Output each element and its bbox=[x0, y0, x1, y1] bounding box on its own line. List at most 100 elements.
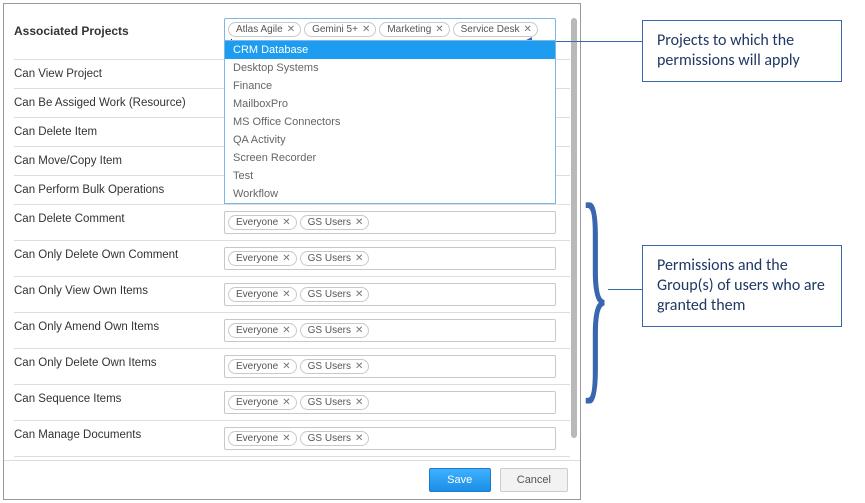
group-tag[interactable]: Everyone ✕ bbox=[228, 251, 297, 266]
tag-label: GS Users bbox=[308, 397, 351, 408]
remove-tag-icon[interactable]: ✕ bbox=[282, 253, 290, 264]
brace-icon: } bbox=[580, 169, 610, 412]
scrollbar[interactable] bbox=[571, 18, 577, 438]
group-tag[interactable]: GS Users✕ bbox=[300, 287, 370, 302]
remove-tag-icon[interactable]: ✕ bbox=[355, 397, 363, 408]
tag-label: GS Users bbox=[308, 217, 351, 228]
tag-label: Marketing bbox=[387, 24, 431, 35]
remove-tag-icon[interactable]: ✕ bbox=[282, 217, 290, 228]
group-tag[interactable]: GS Users ✕ bbox=[300, 215, 370, 230]
tag-label: Everyone bbox=[236, 433, 278, 444]
dropdown-item[interactable]: Screen Recorder bbox=[225, 149, 555, 167]
tag-label: GS Users bbox=[308, 433, 351, 444]
permission-groups-input[interactable]: Everyone ✕ GS Users ✕ bbox=[224, 247, 556, 270]
dropdown-item[interactable]: MS Office Connectors bbox=[225, 113, 555, 131]
associated-projects-label: Associated Projects bbox=[14, 12, 224, 47]
tag-label: Service Desk bbox=[461, 24, 520, 35]
project-tag[interactable]: Service Desk ✕ bbox=[453, 22, 538, 37]
tag-label: Everyone bbox=[236, 253, 278, 264]
associated-projects-cell: Atlas Agile✕Gemini 5+✕Marketing✕Service … bbox=[224, 12, 570, 59]
dropdown-item[interactable]: Desktop Systems bbox=[225, 59, 555, 77]
remove-tag-icon[interactable]: ✕ bbox=[282, 361, 290, 372]
tag-label: Everyone bbox=[236, 397, 278, 408]
permission-groups-input[interactable]: Everyone✕GS Users✕ bbox=[224, 283, 556, 306]
remove-tag-icon[interactable]: ✕ bbox=[355, 361, 363, 372]
tag-label: GS Users bbox=[308, 361, 351, 372]
group-tag[interactable]: GS Users ✕ bbox=[300, 359, 370, 374]
group-tag[interactable]: GS Users ✕ bbox=[300, 251, 370, 266]
permission-groups-input[interactable]: Everyone ✕ GS Users ✕ bbox=[224, 211, 556, 234]
permission-groups-input[interactable]: Everyone✕GS Users✕ bbox=[224, 319, 556, 342]
permission-label: Can Perform Bulk Operations bbox=[14, 176, 224, 204]
permission-label: Can Delete Comment bbox=[14, 205, 224, 233]
remove-tag-icon[interactable]: ✕ bbox=[355, 289, 363, 300]
permission-row: Can Only View Own ItemsEveryone✕GS Users… bbox=[14, 277, 570, 313]
permissions-panel: Associated Projects Atlas Agile✕Gemini 5… bbox=[3, 3, 581, 500]
permission-row: Can Only Amend Own ItemsEveryone✕GS User… bbox=[14, 313, 570, 349]
permission-groups-cell: Everyone ✕ GS Users ✕ bbox=[224, 385, 570, 420]
remove-tag-icon[interactable]: ✕ bbox=[355, 253, 363, 264]
permission-label: Can Only Delete Own Comment bbox=[14, 241, 224, 269]
group-tag[interactable]: GS Users✕ bbox=[300, 323, 370, 338]
remove-tag-icon[interactable]: ✕ bbox=[355, 433, 363, 444]
permission-groups-input[interactable]: Everyone ✕ GS Users ✕ bbox=[224, 427, 556, 450]
permission-label: Can Only View Own Items bbox=[14, 277, 224, 305]
group-tag[interactable]: Everyone ✕ bbox=[228, 395, 297, 410]
dropdown-item[interactable]: Finance bbox=[225, 77, 555, 95]
callout-projects-text: Projects to which the permissions will a… bbox=[657, 31, 800, 70]
remove-tag-icon[interactable]: ✕ bbox=[355, 325, 363, 336]
permission-groups-cell: Everyone ✕ GS Users ✕ bbox=[224, 421, 570, 456]
permission-label: Can Sequence Items bbox=[14, 385, 224, 413]
tag-label: GS Users bbox=[308, 253, 351, 264]
remove-tag-icon[interactable]: ✕ bbox=[355, 217, 363, 228]
group-tag[interactable]: Everyone ✕ bbox=[228, 359, 297, 374]
save-button[interactable]: Save bbox=[429, 468, 491, 492]
permission-groups-cell: Everyone ✕ GS Users ✕ bbox=[224, 205, 570, 240]
dropdown-item[interactable]: QA Activity bbox=[225, 131, 555, 149]
group-tag[interactable]: Everyone ✕ bbox=[228, 215, 297, 230]
permission-groups-input[interactable]: Everyone ✕ GS Users ✕ bbox=[224, 355, 556, 378]
cancel-button[interactable]: Cancel bbox=[500, 468, 568, 492]
permission-row: Can Delete Comment Everyone ✕ GS Users ✕ bbox=[14, 205, 570, 241]
remove-tag-icon[interactable]: ✕ bbox=[435, 24, 443, 35]
group-tag[interactable]: GS Users ✕ bbox=[300, 395, 370, 410]
remove-tag-icon[interactable]: ✕ bbox=[524, 24, 532, 35]
project-dropdown[interactable]: CRM DatabaseDesktop SystemsFinanceMailbo… bbox=[224, 40, 556, 204]
remove-tag-icon[interactable]: ✕ bbox=[282, 433, 290, 444]
dropdown-item[interactable]: CRM Database bbox=[225, 41, 555, 59]
remove-tag-icon[interactable]: ✕ bbox=[282, 397, 290, 408]
remove-tag-icon[interactable]: ✕ bbox=[282, 289, 290, 300]
remove-tag-icon[interactable]: ✕ bbox=[287, 24, 295, 35]
permission-groups-cell: Everyone✕GS Users✕ bbox=[224, 457, 570, 460]
tag-label: Atlas Agile bbox=[236, 24, 283, 35]
project-tag[interactable]: Atlas Agile ✕ bbox=[228, 22, 301, 37]
group-tag[interactable]: Everyone ✕ bbox=[228, 287, 297, 302]
permission-groups-input[interactable]: Everyone ✕ GS Users ✕ bbox=[224, 391, 556, 414]
callout-projects: Projects to which the permissions will a… bbox=[642, 20, 842, 82]
group-tag[interactable]: Everyone ✕ bbox=[228, 431, 297, 446]
permission-row: Can Manage Documents Everyone ✕ GS Users ✕ bbox=[14, 421, 570, 457]
permission-row: Can Only Delete Own CommentEveryone✕GS U… bbox=[14, 241, 570, 277]
project-tag[interactable]: Marketing ✕ bbox=[379, 22, 449, 37]
remove-tag-icon[interactable]: ✕ bbox=[362, 24, 370, 35]
associated-projects-row: Associated Projects Atlas Agile✕Gemini 5… bbox=[14, 12, 570, 60]
tag-label: Everyone bbox=[236, 289, 278, 300]
tag-label: Everyone bbox=[236, 361, 278, 372]
tag-label: Everyone bbox=[236, 217, 278, 228]
remove-tag-icon[interactable]: ✕ bbox=[282, 325, 290, 336]
callout-permissions: Permissions and the Group(s) of users wh… bbox=[642, 245, 842, 327]
group-tag[interactable]: GS Users ✕ bbox=[300, 431, 370, 446]
permission-groups-cell: Everyone✕GS Users✕ bbox=[224, 277, 570, 312]
permission-groups-cell: Everyone ✕ GS Users ✕ bbox=[224, 349, 570, 384]
permission-label: Can Move/Copy Item bbox=[14, 147, 224, 175]
tag-label: Everyone bbox=[236, 325, 278, 336]
permission-label: Can Manage Documents bbox=[14, 421, 224, 449]
project-tag[interactable]: Gemini 5+ ✕ bbox=[304, 22, 376, 37]
scroll-area: Associated Projects Atlas Agile✕Gemini 5… bbox=[4, 4, 580, 460]
permission-label: Can Only Delete Own Items bbox=[14, 349, 224, 377]
dropdown-item[interactable]: MailboxPro bbox=[225, 95, 555, 113]
tag-label: Gemini 5+ bbox=[312, 24, 358, 35]
dropdown-item[interactable]: Workflow bbox=[225, 185, 555, 203]
dropdown-item[interactable]: Test bbox=[225, 167, 555, 185]
group-tag[interactable]: Everyone ✕ bbox=[228, 323, 297, 338]
